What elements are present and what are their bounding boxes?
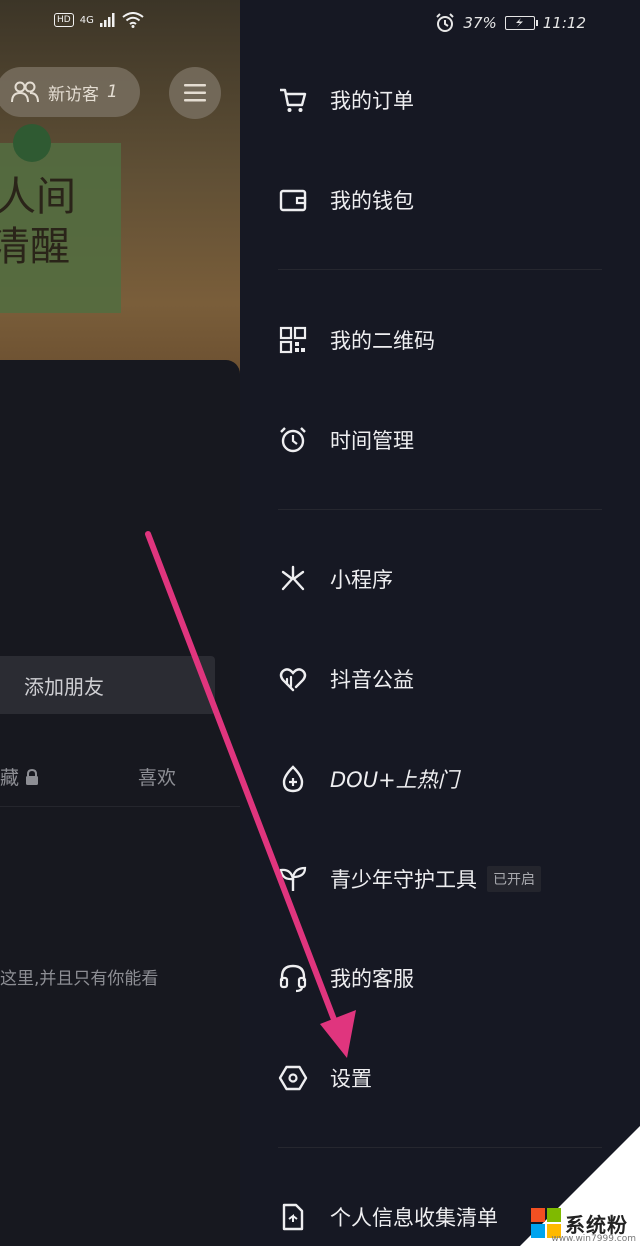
settings-hexagon-icon [278, 1063, 308, 1093]
menu-item-label: 小程序 [330, 568, 393, 592]
status-badge: 已开启 [487, 866, 541, 892]
menu-item-time-management[interactable]: 时间管理 [278, 412, 414, 468]
status-bar-right: 37% 11:12 [435, 13, 586, 33]
menu-divider [278, 509, 602, 510]
menu-item-label: 我的二维码 [330, 329, 435, 353]
menu-item-label: 我的钱包 [330, 189, 414, 213]
tab-favorites[interactable]: 藏 [0, 763, 39, 790]
poster-text-line1: 人间 [0, 176, 76, 220]
signal-icon [99, 13, 115, 27]
wifi-icon [122, 12, 144, 28]
qrcode-icon [278, 325, 308, 355]
menu-item-label: 抖音公益 [330, 668, 414, 692]
dou-plus-icon [278, 764, 308, 794]
side-drawer: 37% 11:12 我的订单 我的钱包 我的二维码 时间管理 小程序 抖音公益 … [240, 0, 640, 1246]
hd-icon: HD [54, 13, 74, 27]
headset-icon [278, 963, 308, 993]
poster-dot [13, 124, 51, 162]
network-label: 4G [79, 14, 94, 26]
menu-item-qrcode[interactable]: 我的二维码 [278, 312, 435, 368]
document-icon [278, 1202, 308, 1232]
menu-item-settings[interactable]: 设置 [278, 1050, 372, 1106]
menu-item-label: 青少年守护工具 [330, 868, 477, 892]
menu-item-orders[interactable]: 我的订单 [278, 72, 414, 128]
tab-likes[interactable]: 喜欢 [138, 763, 176, 790]
alarm-icon [436, 13, 455, 32]
watermark-url: www.win7999.com [551, 1234, 636, 1244]
poster-text-line2: 清醒 [0, 224, 70, 270]
site-watermark: 系统粉 www.win7999.com [520, 1126, 640, 1246]
menu-item-dou-plus[interactable]: DOU+上热门 [278, 751, 459, 807]
empty-state-hint: 这里,并且只有你能看 [0, 969, 159, 989]
tab-favorites-label: 藏 [0, 767, 20, 789]
lock-icon [26, 768, 39, 785]
new-visitors-button[interactable]: 新访客 1 [0, 67, 140, 117]
hamburger-icon [184, 84, 206, 102]
battery-percent: 37% [463, 14, 497, 32]
profile-card [0, 360, 240, 1246]
menu-item-label: 个人信息收集清单 [330, 1206, 498, 1230]
cart-icon [278, 85, 308, 115]
hamburger-menu-button[interactable] [169, 67, 221, 119]
tabs-divider [0, 806, 240, 807]
poster-calligraphy: 人间 清醒 [0, 176, 76, 270]
tab-likes-label: 喜欢 [138, 767, 177, 789]
new-visitors-count: 1 [107, 82, 118, 102]
people-icon [11, 81, 39, 103]
menu-item-label: DOU+上热门 [330, 768, 459, 792]
battery-icon [504, 16, 538, 30]
add-friend-label: 添加朋友 [24, 674, 104, 699]
clock-time: 11:12 [542, 14, 586, 32]
add-friend-button[interactable]: 添加朋友 [0, 656, 215, 714]
profile-page-background: HD 4G 新访客 1 人间 清醒 添加朋友 藏 喜欢 这里,并且只有你能看 [0, 0, 240, 1246]
menu-item-charity[interactable]: 抖音公益 [278, 651, 414, 707]
menu-divider [278, 269, 602, 270]
menu-item-mini-programs[interactable]: 小程序 [278, 551, 393, 607]
wallet-icon [278, 185, 308, 215]
menu-item-wallet[interactable]: 我的钱包 [278, 172, 414, 228]
menu-item-label: 时间管理 [330, 429, 414, 453]
mini-program-icon [278, 564, 308, 594]
new-visitors-label: 新访客 [48, 84, 99, 105]
status-bar-left: HD 4G [54, 12, 144, 28]
menu-item-label: 我的订单 [330, 89, 414, 113]
menu-item-label: 我的客服 [330, 967, 414, 991]
charity-heart-icon [278, 664, 308, 694]
menu-item-teen-protection[interactable]: 青少年守护工具 已开启 [278, 851, 541, 907]
menu-item-personal-info-list[interactable]: 个人信息收集清单 [278, 1189, 498, 1245]
menu-item-customer-service[interactable]: 我的客服 [278, 950, 414, 1006]
alarm-clock-icon [278, 425, 308, 455]
menu-item-label: 设置 [330, 1067, 372, 1091]
sprout-icon [278, 864, 308, 894]
